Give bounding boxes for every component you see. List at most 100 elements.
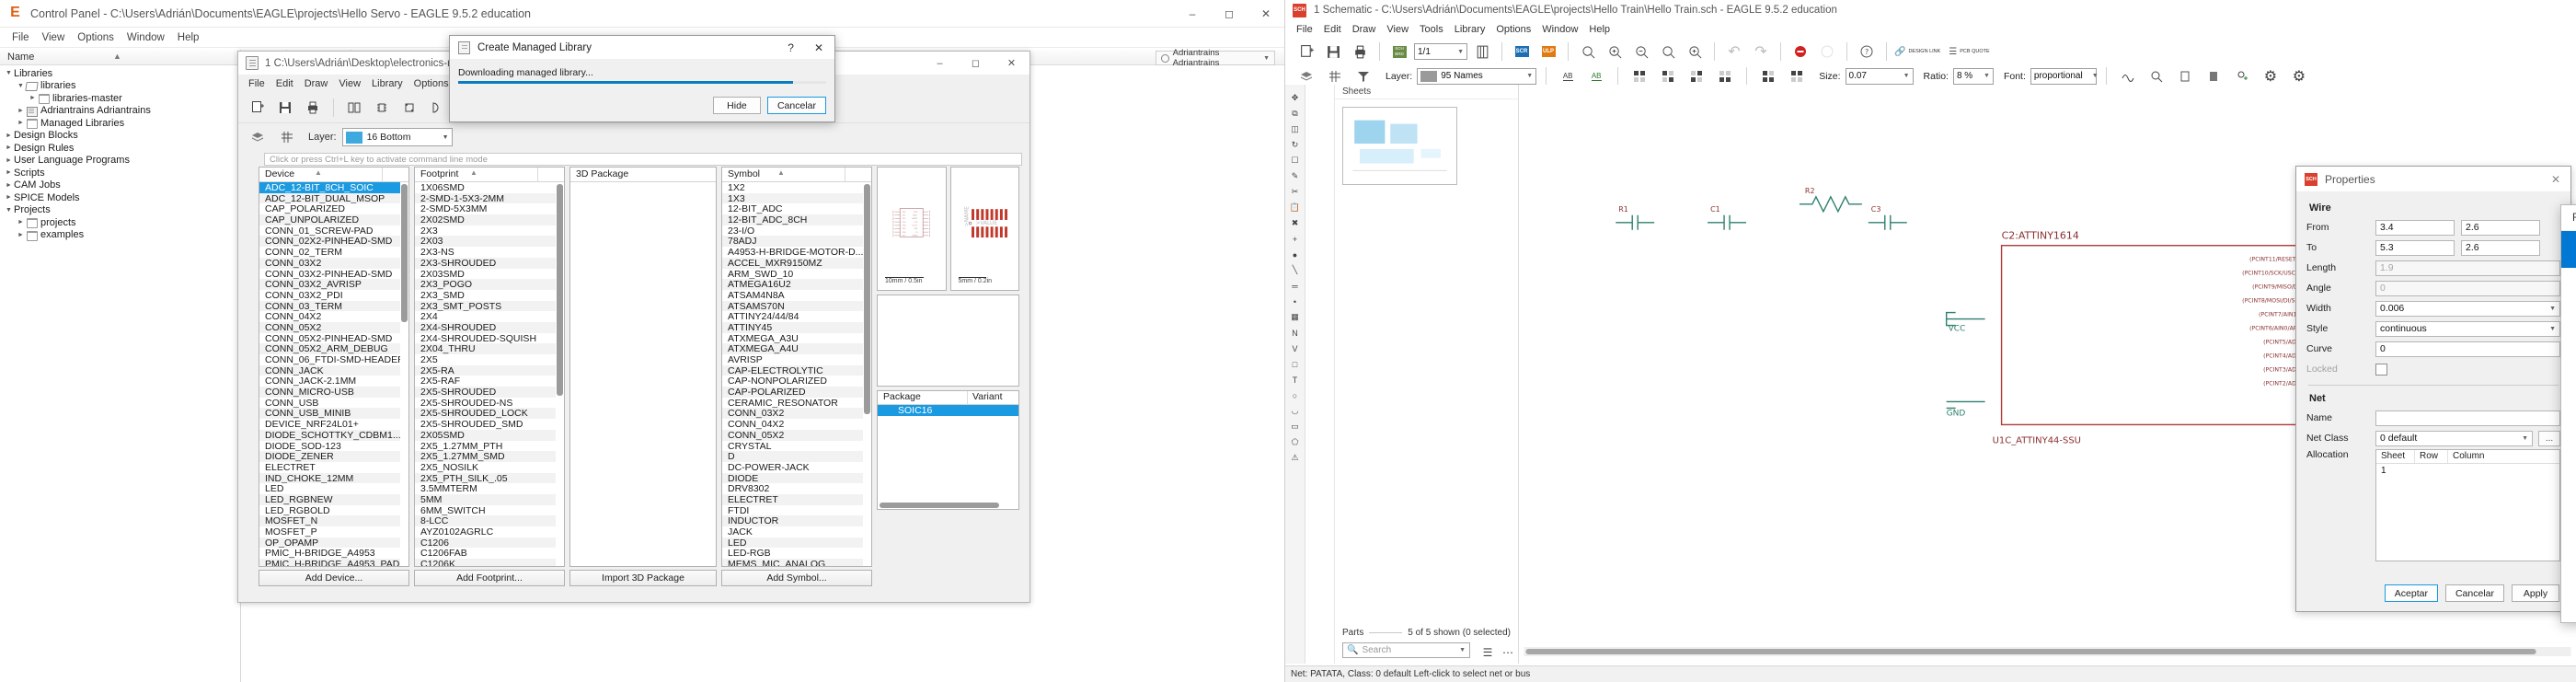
zoom-redraw-icon[interactable] bbox=[1656, 40, 1680, 64]
footprint-row[interactable]: 8-LCC bbox=[415, 515, 564, 526]
tree-item-libraries[interactable]: ▼ Libraries bbox=[0, 67, 240, 80]
sheet-scale-combobox[interactable]: 1/1 ▼ bbox=[1414, 43, 1467, 60]
undo-icon[interactable]: ↶ bbox=[1722, 40, 1746, 64]
device-row[interactable]: CONN_02_TERM bbox=[259, 247, 408, 258]
device-row[interactable]: PMIC_H-BRIDGE_A4953_PAD bbox=[259, 559, 408, 566]
grid-icon[interactable] bbox=[275, 125, 299, 149]
go-icon[interactable] bbox=[1815, 40, 1839, 64]
pcb-quote-button[interactable]: ☰ PCB QUOTE bbox=[1949, 40, 1989, 64]
add-symbol-button[interactable]: Add Symbol... bbox=[721, 570, 872, 586]
print-icon[interactable] bbox=[301, 96, 325, 120]
footprint-row[interactable]: 2X3-NS bbox=[415, 247, 564, 258]
cancel-button[interactable]: Cancelar bbox=[766, 97, 826, 114]
zoom-in-icon[interactable] bbox=[1603, 40, 1627, 64]
symbol-row[interactable]: 12-BIT_ADC bbox=[722, 203, 871, 215]
new-icon[interactable] bbox=[246, 96, 270, 120]
tool-rect-icon[interactable]: ▭ bbox=[1285, 419, 1305, 434]
symbol-row[interactable]: D bbox=[722, 451, 871, 462]
help-icon[interactable]: ? bbox=[778, 41, 803, 54]
library-command-line[interactable]: Click or press Ctrl+L key to activate co… bbox=[264, 153, 1022, 166]
device-row[interactable]: CONN_03X2 bbox=[259, 257, 408, 269]
footprint-row[interactable]: 2X5-RA bbox=[415, 364, 564, 376]
device-row[interactable]: CONN_01_SCREW-PAD bbox=[259, 225, 408, 237]
chevron-right-icon[interactable]: ► bbox=[16, 232, 26, 238]
device-row[interactable]: DIODE_SOD-123 bbox=[259, 440, 408, 452]
footprint-row[interactable]: 2X5 bbox=[415, 354, 564, 365]
device-row[interactable]: ELECTRET bbox=[259, 461, 408, 473]
zoom-out-icon[interactable] bbox=[1629, 40, 1653, 64]
symbol-row[interactable]: INDUCTOR bbox=[722, 515, 871, 526]
symbol-row[interactable]: ATXMEGA_A4U bbox=[722, 343, 871, 354]
menu-window[interactable]: Window bbox=[121, 30, 171, 45]
symbol-row[interactable]: 78ADJ bbox=[722, 236, 871, 248]
footprint-row[interactable]: 2X04_THRU bbox=[415, 343, 564, 354]
footprint-row[interactable]: AYZ0102AGRLC bbox=[415, 526, 564, 538]
script-icon[interactable]: SCR bbox=[1510, 40, 1534, 64]
chevron-right-icon[interactable]: ► bbox=[16, 120, 26, 126]
device-row[interactable]: CONN_06_FTDI-SMD-HEADER bbox=[259, 354, 408, 365]
device-row[interactable]: PMIC_H-BRIDGE_A4953 bbox=[259, 548, 408, 560]
tool-pin-icon[interactable]: ● bbox=[1285, 247, 1305, 262]
device-row[interactable]: CONN_03_TERM bbox=[259, 300, 408, 312]
device-row[interactable]: CONN_05X2_ARM_DEBUG bbox=[259, 343, 408, 354]
symbol-row[interactable]: DIODE bbox=[722, 472, 871, 484]
tool-name-icon[interactable]: N bbox=[1285, 325, 1305, 341]
device-row[interactable]: LED bbox=[259, 483, 408, 494]
symbol-row[interactable]: FTDI bbox=[722, 504, 871, 516]
footprint-row[interactable]: C1206K bbox=[415, 559, 564, 566]
device-row[interactable]: CONN_USB bbox=[259, 397, 408, 409]
symbol-row[interactable]: 1X3 bbox=[722, 192, 871, 204]
schmenu-window[interactable]: Window bbox=[1536, 23, 1583, 36]
footprint-row[interactable]: 2X5-SHROUDED bbox=[415, 387, 564, 398]
chevron-right-icon[interactable]: ► bbox=[4, 157, 14, 164]
tool-move-icon[interactable]: ✥ bbox=[1285, 90, 1305, 106]
sheet-thumbnail[interactable] bbox=[1342, 107, 1457, 185]
layer-combobox[interactable]: 16 Bottom ▼ bbox=[341, 128, 453, 146]
device-row[interactable]: MOSFET_P bbox=[259, 526, 408, 538]
symbol-row[interactable]: ATMEGA16U2 bbox=[722, 279, 871, 290]
close-icon[interactable]: ✕ bbox=[1248, 0, 1284, 27]
tool-delete-icon[interactable]: ✖ bbox=[1285, 215, 1305, 231]
close-icon[interactable]: ✕ bbox=[2541, 173, 2570, 186]
parts-search-input[interactable]: 🔍 Search ▼ bbox=[1342, 642, 1470, 658]
tree-item-managed-libraries[interactable]: ► Managed Libraries bbox=[0, 117, 240, 130]
libmenu-options[interactable]: Options bbox=[408, 77, 454, 90]
footprint-row[interactable]: 2X5-RAF bbox=[415, 376, 564, 387]
chevron-right-icon[interactable]: ► bbox=[4, 133, 14, 139]
chevron-right-icon[interactable]: ► bbox=[4, 194, 14, 201]
footprint-row[interactable]: 2X5_1.27MM_SMD bbox=[415, 451, 564, 462]
device-scrollbar[interactable] bbox=[400, 182, 408, 566]
tool-add-icon[interactable]: + bbox=[1285, 231, 1305, 247]
libmenu-file[interactable]: File bbox=[243, 77, 270, 90]
to-x-input[interactable]: 5.3 bbox=[2375, 239, 2455, 256]
symbol-row[interactable]: MEMS_MIC_ANALOG bbox=[722, 559, 871, 566]
net-class-ellipsis-button[interactable]: ... bbox=[2538, 430, 2560, 446]
tool-poly-icon[interactable]: ⬠ bbox=[1285, 434, 1305, 450]
accept-button[interactable]: Aceptar bbox=[2384, 584, 2438, 602]
tool-rotate-icon[interactable]: ↻ bbox=[1285, 137, 1305, 153]
footprint-row[interactable]: 2-SMD-1-5X3-2MM bbox=[415, 192, 564, 204]
size-combobox[interactable]: 0.07 ▼ bbox=[1845, 67, 1914, 85]
tree-item-examples[interactable]: ► examples bbox=[0, 229, 240, 242]
chevron-down-icon[interactable]: ▼ bbox=[4, 70, 14, 76]
footprint-row[interactable]: 2X3-SHROUDED bbox=[415, 257, 564, 269]
apply-button[interactable]: Apply bbox=[2512, 584, 2559, 602]
zoom-fit-icon[interactable] bbox=[1576, 40, 1600, 64]
symbol-listbox[interactable]: Symbol ▲ 1X2 1X3 12-BIT_ADC 12-BIT_ADC_8CH 2… bbox=[721, 167, 872, 567]
symbol-row[interactable]: CAP-ELECTROLYTIC bbox=[722, 364, 871, 376]
tool-smash-icon[interactable]: □ bbox=[1285, 356, 1305, 372]
close-icon[interactable]: ✕ bbox=[811, 41, 834, 54]
ratio-combobox[interactable]: 8 % ▼ bbox=[1952, 67, 1994, 85]
add-device-button[interactable]: Add Device... bbox=[259, 570, 409, 586]
device-row[interactable]: CONN_05X2 bbox=[259, 321, 408, 333]
tree-item-user-language-programs[interactable]: ► User Language Programs bbox=[0, 155, 240, 168]
footprint-row[interactable]: 2X5_1.27MM_PTH bbox=[415, 440, 564, 452]
device-row[interactable]: LED_RGBOLD bbox=[259, 504, 408, 516]
chevron-right-icon[interactable]: ► bbox=[16, 108, 26, 114]
symbol-row[interactable]: CERAMIC_RESONATOR bbox=[722, 397, 871, 409]
symbol-row[interactable]: CONN_04X2 bbox=[722, 419, 871, 430]
save-icon[interactable] bbox=[273, 96, 297, 120]
symbol-row[interactable]: ATXMEGA_A3U bbox=[722, 332, 871, 344]
allocation-table[interactable]: Sheet Row Column 1 bbox=[2375, 449, 2560, 561]
footprint-row[interactable]: 2X5_NOSILK bbox=[415, 461, 564, 473]
